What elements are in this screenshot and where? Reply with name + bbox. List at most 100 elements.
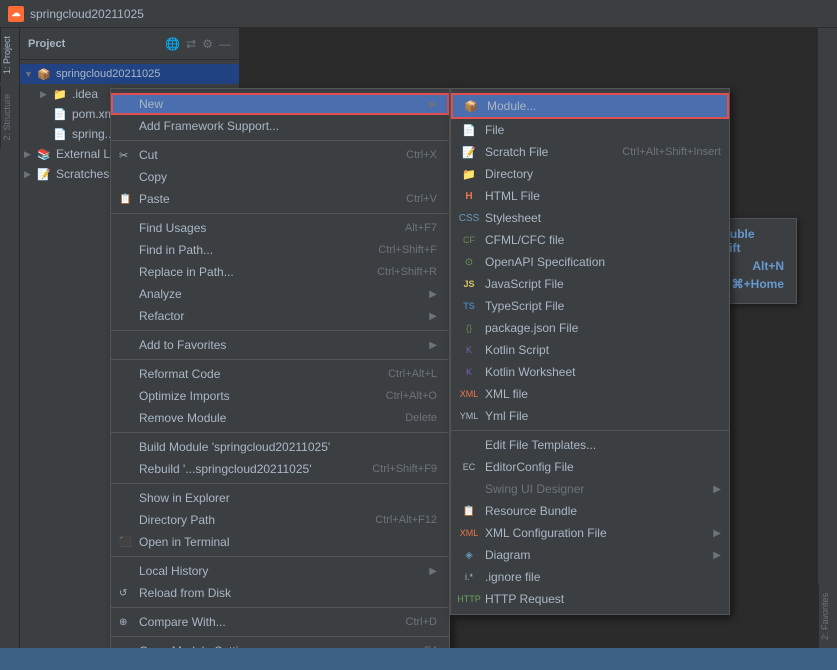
menu-reload-label: Reload from Disk [139,586,437,600]
menu-item-paste[interactable]: 📋 Paste Ctrl+V [111,188,449,210]
menu-item-refactor[interactable]: Refactor ▶ [111,305,449,327]
tree-label-scratches: Scratches [56,167,109,181]
submenu-editorconfig-label: EditorConfig File [485,460,721,474]
menu-sep-1 [111,140,449,141]
menu-add-framework-label: Add Framework Support... [139,119,437,133]
menu-item-reload[interactable]: ↺ Reload from Disk [111,582,449,604]
sidebar-minimize-icon[interactable]: — [219,37,231,51]
menu-refactor-arrow: ▶ [429,311,437,322]
menu-item-find-in-path[interactable]: Find in Path... Ctrl+Shift+F [111,239,449,261]
ide-frame: ☁ springcloud20211025 1: Project 2: Stru… [0,0,837,670]
ts-new-icon: TS [459,298,479,314]
menu-item-add-framework[interactable]: Add Framework Support... [111,115,449,137]
favorites-tab[interactable]: 2: Favorites [818,585,837,648]
js-new-icon: JS [459,276,479,292]
submenu-new-container: 📦 Module... 📄 File 📝 Scratch File Ctrl+A… [450,88,730,648]
submenu-item-file[interactable]: 📄 File [451,119,729,141]
menu-item-cut[interactable]: ✂ Cut Ctrl+X [111,144,449,166]
menu-remove-module-label: Remove Module [139,411,385,425]
menu-replace-path-label: Replace in Path... [139,265,357,279]
submenu-item-yml[interactable]: YML Yml File [451,405,729,427]
submenu-item-dir[interactable]: 📁 Directory [451,163,729,185]
menu-item-remove-module[interactable]: Remove Module Delete [111,407,449,429]
submenu-item-cfml[interactable]: CF CFML/CFC file [451,229,729,251]
menu-sep-6 [111,483,449,484]
tree-arrow: ▼ [24,69,36,79]
menu-item-show-explorer[interactable]: Show in Explorer [111,487,449,509]
submenu-item-openapi[interactable]: ⊙ OpenAPI Specification [451,251,729,273]
menu-item-rebuild[interactable]: Rebuild '...springcloud20211025' Ctrl+Sh… [111,458,449,480]
title-bar: ☁ springcloud20211025 [0,0,837,28]
cfml-new-icon: CF [459,232,479,248]
right-activity-bar: 2: Favorites [817,28,837,648]
menu-sep-4 [111,359,449,360]
search-open-shortcut: ⌘+Home [732,277,784,291]
pkg-new-icon: {} [459,320,479,336]
submenu-item-xmlconf[interactable]: XML XML Configuration File ▶ [451,522,729,544]
submenu-scratch-shortcut: Ctrl+Alt+Shift+Insert [622,146,721,158]
module-new-icon: 📦 [461,98,481,114]
menu-rebuild-label: Rebuild '...springcloud20211025' [139,462,352,476]
menu-item-copy[interactable]: Copy [111,166,449,188]
menu-reformat-shortcut: Ctrl+Alt+L [388,368,437,380]
menu-item-find-usages[interactable]: Find Usages Alt+F7 [111,217,449,239]
menu-item-dir-path[interactable]: Directory Path Ctrl+Alt+F12 [111,509,449,531]
submenu-edit-templates-label: Edit File Templates... [485,438,721,452]
menu-item-add-favorites[interactable]: Add to Favorites ▶ [111,334,449,356]
structure-tab[interactable]: 2: Structure [0,86,19,149]
submenu-http-label: HTTP Request [485,592,721,606]
title-bar-text: springcloud20211025 [30,7,144,21]
menu-item-analyze[interactable]: Analyze ▶ [111,283,449,305]
file-new-icon: 📄 [459,122,479,138]
tree-item-root[interactable]: ▼ 📦 springcloud20211025 [20,64,239,84]
paste-icon: 📋 [119,194,131,205]
project-tab[interactable]: 1: Project [0,28,19,82]
sidebar-gear-icon[interactable]: ⚙ [202,37,213,51]
submenu-item-edit-templates[interactable]: Edit File Templates... [451,434,729,456]
submenu-item-css[interactable]: CSS Stylesheet [451,207,729,229]
menu-item-module-settings[interactable]: Open Module Settings F4 [111,640,449,648]
yml-new-icon: YML [459,408,479,424]
submenu-item-gitignore[interactable]: i.* .ignore file [451,566,729,588]
menu-item-compare[interactable]: ⊕ Compare With... Ctrl+D [111,611,449,633]
menu-item-optimize[interactable]: Optimize Imports Ctrl+Alt+O [111,385,449,407]
kotlin-ws-icon: K [459,364,479,380]
menu-item-build-module[interactable]: Build Module 'springcloud20211025' [111,436,449,458]
main-area: 1: Project 2: Structure Project 🌐 ⇄ ⚙ — [0,28,837,648]
submenu-item-module[interactable]: 📦 Module... [451,93,729,119]
status-bar [0,648,837,670]
diagram-icon: ◈ [459,547,479,563]
menu-find-usages-shortcut: Alt+F7 [405,222,437,234]
submenu-item-scratch[interactable]: 📝 Scratch File Ctrl+Alt+Shift+Insert [451,141,729,163]
submenu-item-html[interactable]: H HTML File [451,185,729,207]
submenu-item-ts[interactable]: TS TypeScript File [451,295,729,317]
submenu-diagram-arrow: ▶ [713,550,721,561]
terminal-icon: ⬛ [119,537,131,548]
menu-item-replace-in-path[interactable]: Replace in Path... Ctrl+Shift+R [111,261,449,283]
tree-arrow-scratches: ▶ [24,169,36,180]
submenu-item-pkg[interactable]: {} package.json File [451,317,729,339]
submenu-item-http[interactable]: HTTP HTTP Request [451,588,729,610]
submenu-item-swing[interactable]: Swing UI Designer ▶ [451,478,729,500]
sidebar-swap-icon[interactable]: ⇄ [186,37,196,51]
folder-icon-idea: 📁 [52,86,68,102]
menu-item-new[interactable]: New ▶ [111,93,449,115]
menu-item-local-history[interactable]: Local History ▶ [111,560,449,582]
resource-icon: 📋 [459,503,479,519]
submenu-item-js[interactable]: JS JavaScript File [451,273,729,295]
menu-item-reformat[interactable]: Reformat Code Ctrl+Alt+L [111,363,449,385]
css-new-icon: CSS [459,210,479,226]
sidebar-title: Project [28,38,65,50]
submenu-xmlconf-arrow: ▶ [713,528,721,539]
submenu-item-xml[interactable]: XML XML file [451,383,729,405]
submenu-item-kotlin-script[interactable]: K Kotlin Script [451,339,729,361]
menu-item-open-terminal[interactable]: ⬛ Open in Terminal [111,531,449,553]
submenu-item-diagram[interactable]: ◈ Diagram ▶ [451,544,729,566]
submenu-item-kotlin-ws[interactable]: K Kotlin Worksheet [451,361,729,383]
sidebar-globe-icon[interactable]: 🌐 [165,37,180,51]
search-new-shortcut: Alt+N [752,259,784,273]
tree-label-spring: spring... [72,127,115,141]
submenu-item-resource[interactable]: 📋 Resource Bundle [451,500,729,522]
submenu-item-editorconfig[interactable]: EC EditorConfig File [451,456,729,478]
submenu-new: 📦 Module... 📄 File 📝 Scratch File Ctrl+A… [450,88,730,615]
